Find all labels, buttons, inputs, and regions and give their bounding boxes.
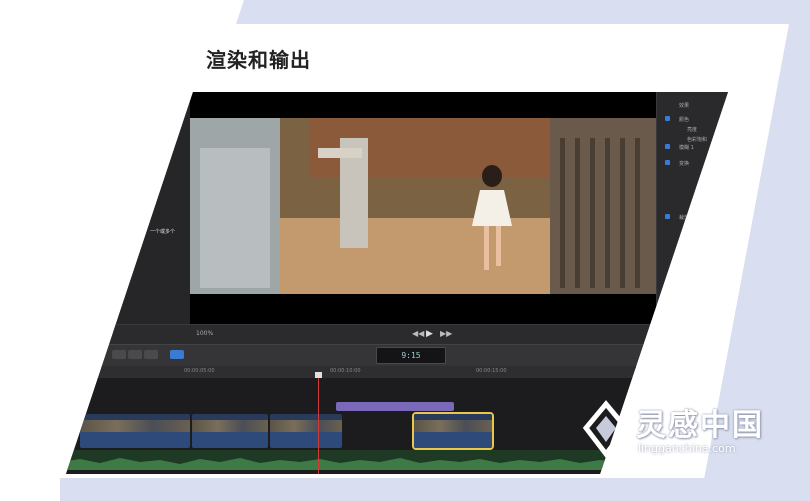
- inspector-row: 裁剪: [679, 215, 690, 221]
- insert-button[interactable]: [144, 350, 158, 359]
- checkbox-crop[interactable]: [665, 214, 670, 219]
- prev-frame-button[interactable]: ◀︎◀︎: [412, 329, 424, 338]
- background-band-bottom: [60, 478, 810, 501]
- inspector-panel: 效果 颜色 亮度 色彩饱和 模糊 1 变换 裁剪: [656, 92, 728, 324]
- checkbox-blur[interactable]: [665, 144, 670, 149]
- zoom-label[interactable]: 100%: [196, 330, 213, 337]
- checkbox-effects[interactable]: [665, 116, 670, 121]
- watermark-name: 灵感中国: [636, 408, 764, 443]
- playhead-handle[interactable]: [315, 372, 322, 378]
- watermark: 灵感中国 lingganchina.com: [578, 398, 798, 468]
- clip-appearance-button[interactable]: [112, 350, 126, 359]
- playhead[interactable]: [318, 372, 319, 474]
- inspector-row: 效果: [679, 103, 690, 109]
- select-tool-button[interactable]: [170, 350, 184, 359]
- timecode-display: 9:15: [376, 347, 446, 364]
- inspector-row: 亮度: [687, 127, 698, 133]
- ruler-mark: 00:00:15:00: [476, 368, 507, 374]
- background-band-top: [236, 0, 810, 24]
- timeline-clip-selected[interactable]: [412, 412, 494, 450]
- browser-caption: 一个或多个: [150, 229, 176, 235]
- inspector-row: 颜色: [679, 117, 690, 123]
- timeline-clip[interactable]: [192, 414, 268, 448]
- viewer-frame: [190, 118, 656, 294]
- timeline-clip[interactable]: [270, 414, 342, 448]
- inspector-row: 变换: [679, 161, 690, 167]
- page-title: 渲染和输出: [206, 48, 311, 72]
- play-button[interactable]: ▶: [426, 329, 433, 339]
- video-frame-image: [190, 118, 656, 294]
- ruler-mark: 00:00:05:00: [184, 368, 215, 374]
- inspector-row: 色彩饱和: [687, 137, 708, 143]
- connected-clip[interactable]: [336, 402, 454, 411]
- viewer[interactable]: [190, 92, 656, 324]
- event-browser: [66, 92, 190, 332]
- timeline-clip[interactable]: [80, 414, 190, 448]
- checkbox-transform[interactable]: [665, 160, 670, 165]
- watermark-url: lingganchina.com: [638, 442, 736, 455]
- append-button[interactable]: [128, 350, 142, 359]
- ruler-mark: 00:00:10:00: [330, 368, 361, 374]
- logo-icon: [582, 400, 630, 459]
- next-frame-button[interactable]: ▶▶: [440, 329, 452, 338]
- viewer-controls: 100% ◀︎◀︎ ▶ ▶▶: [66, 324, 728, 345]
- inspector-row: 模糊 1: [679, 145, 694, 151]
